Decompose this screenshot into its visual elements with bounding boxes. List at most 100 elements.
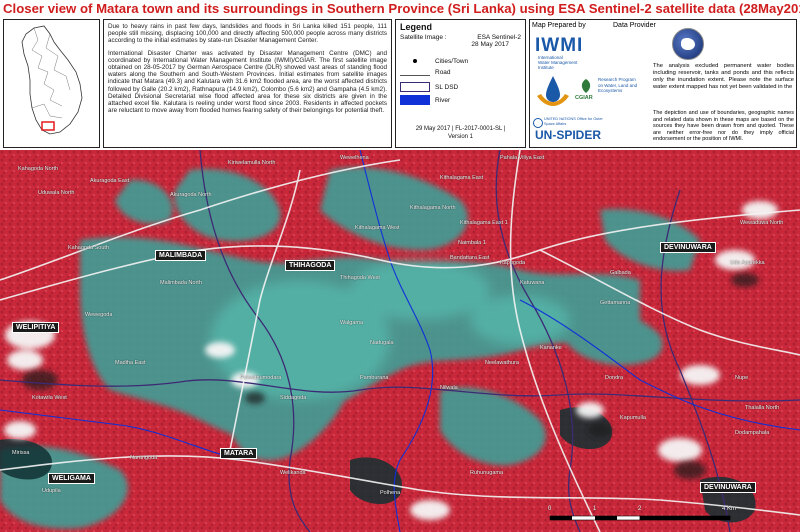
place-label: Kotawila West bbox=[32, 395, 67, 401]
place-label: Kapugoda bbox=[500, 260, 526, 266]
place-label: Kahagoda North bbox=[18, 166, 59, 172]
place-label: Udupila bbox=[42, 488, 61, 494]
city-label-matara[interactable]: MATARA bbox=[220, 448, 258, 459]
description-panel: Due to heavy rains in past few days, lan… bbox=[103, 19, 392, 148]
place-label: Malimbada North bbox=[160, 280, 202, 286]
un-emblem-icon bbox=[533, 118, 543, 128]
place-label: Uda Aparekka bbox=[730, 260, 765, 266]
water-hands-logo-icon bbox=[535, 74, 571, 108]
satellite-imagery bbox=[0, 150, 800, 532]
place-label: Mirissa bbox=[12, 450, 30, 456]
data-note-1: The analysis excluded permanent water bo… bbox=[653, 63, 794, 90]
legend-image-value: ESA Sentinel-2 bbox=[477, 34, 521, 41]
place-label: Kiriwelamulla North bbox=[228, 160, 276, 166]
scale-label-0: 0 bbox=[548, 506, 552, 512]
legend-version: Version 1 bbox=[447, 134, 474, 140]
locator-inset-map bbox=[3, 19, 100, 148]
legend-heading: Legend bbox=[400, 22, 433, 32]
legend-item-sl-dsd: SL DSD bbox=[400, 82, 458, 92]
place-label: Pamburana bbox=[360, 375, 389, 381]
place-label: Welikanda bbox=[280, 470, 306, 476]
legend-panel: Legend Satellite Image : ESA Sentinel-2 … bbox=[395, 19, 526, 148]
place-label: Thihagoda West bbox=[340, 275, 380, 281]
city-label-devinuwara-south[interactable]: DEVINUWARA bbox=[700, 482, 756, 493]
place-label: Dondra bbox=[605, 375, 624, 381]
city-label-malimbada[interactable]: MALIMBADA bbox=[155, 250, 207, 261]
place-label: Kahagoda South bbox=[68, 245, 109, 251]
scale-label-1: 1 bbox=[593, 506, 597, 512]
cgiar-label: CGIAR bbox=[575, 95, 593, 101]
place-label: Wewegoda bbox=[85, 312, 113, 318]
legend-label-cities: Cities/Town bbox=[435, 57, 469, 65]
place-label: Siddagoda bbox=[280, 395, 307, 401]
scale-label-2: 2 bbox=[638, 506, 642, 512]
place-label: Nilwala bbox=[440, 385, 458, 391]
place-label: Polwathumodara bbox=[240, 375, 282, 381]
data-provider-label: Data Provider bbox=[613, 22, 656, 29]
place-label: Bandattara East bbox=[450, 255, 490, 261]
city-label-weligama[interactable]: WELIGAMA bbox=[48, 473, 95, 484]
place-label: Kananke bbox=[540, 345, 562, 351]
place-label: Naimbala 1 bbox=[458, 240, 486, 246]
description-paragraph-2: International Disaster Charter was activ… bbox=[108, 49, 387, 115]
dsd-boundary-icon bbox=[400, 82, 430, 92]
place-label: Nadugala bbox=[370, 340, 394, 346]
city-label-thihagoda[interactable]: THIHAGODA bbox=[285, 260, 336, 271]
place-label: Nupe bbox=[735, 375, 749, 381]
road-line-icon bbox=[400, 70, 430, 76]
place-label: Ruhunugama bbox=[470, 470, 504, 476]
credits-panel: Map Prepared by IWMI International Water… bbox=[529, 19, 797, 148]
place-label: Gettamanna bbox=[600, 300, 631, 306]
legend-label-sl-dsd: SL DSD bbox=[435, 83, 459, 91]
place-label: Kithalagama East bbox=[440, 175, 484, 181]
legend-item-river: River bbox=[400, 95, 450, 105]
river-fill-icon bbox=[400, 95, 430, 105]
place-label: Katuwana bbox=[520, 280, 545, 286]
city-dot-icon bbox=[400, 56, 430, 66]
legend-item-road: Road bbox=[400, 69, 451, 76]
map-title: Closer view of Matara town and its surro… bbox=[0, 0, 800, 17]
research-program-label: Research Program on Water, Land and Ecos… bbox=[598, 77, 638, 93]
legend-date-code: 29 May 2017 | FL-2017-0001-SL | bbox=[415, 126, 506, 132]
place-label: Kithalagama West bbox=[355, 225, 400, 231]
place-label: Akuragoda North bbox=[170, 192, 212, 198]
header-panel: Due to heavy rains in past few days, lan… bbox=[0, 17, 800, 150]
scale-label-4km: 4 Km bbox=[722, 506, 737, 512]
place-label: Walgama bbox=[340, 320, 364, 326]
data-note-2: The depiction and use of boundaries, geo… bbox=[653, 110, 794, 142]
un-office-label: UNITED NATIONS Office for Outer Space Af… bbox=[544, 117, 603, 126]
place-label: Neelawathura bbox=[485, 360, 519, 366]
place-label: Akuragoda East bbox=[90, 178, 130, 184]
charter-logo-icon bbox=[672, 28, 704, 60]
legend-label-river: River bbox=[435, 96, 451, 104]
place-label: Kithalagama North bbox=[410, 205, 456, 211]
place-label: Dodampahala bbox=[735, 430, 770, 436]
place-label: Thalalla North bbox=[745, 405, 780, 411]
description-paragraph-1: Due to heavy rains in past few days, lan… bbox=[108, 23, 387, 45]
iwmi-sub-3: Institute bbox=[538, 65, 554, 70]
iwmi-logo-subtitle: International Water Management Institute bbox=[538, 55, 577, 70]
scale-bar bbox=[549, 515, 731, 521]
place-label: Narangoda bbox=[130, 455, 158, 461]
iwmi-logo: IWMI bbox=[535, 35, 584, 56]
place-label: Galbada bbox=[610, 270, 631, 276]
place-label: Pahala Viliya East bbox=[500, 155, 545, 161]
city-label-devinuwara-north[interactable]: DEVINUWARA bbox=[660, 242, 716, 253]
city-label-welipitiya[interactable]: WELIPITIYA bbox=[12, 322, 60, 333]
legend-image-label: Satellite Image : bbox=[400, 34, 447, 41]
place-label: Polhena bbox=[380, 490, 401, 496]
place-label: Uduwala North bbox=[38, 190, 75, 196]
satellite-map[interactable]: MALIMBADA THIHAGODA DEVINUWARA WELIPITIY… bbox=[0, 150, 800, 532]
legend-label-road: Road bbox=[435, 69, 451, 76]
prepared-by-label: Map Prepared by bbox=[532, 22, 586, 29]
legend-image-date: 28 May 2017 bbox=[471, 41, 509, 48]
place-label: Wewelhena bbox=[340, 155, 369, 161]
place-label: Kapumulla bbox=[620, 415, 646, 421]
place-label: Wewaduwa North bbox=[740, 220, 784, 226]
sri-lanka-outline bbox=[21, 25, 83, 135]
place-label: Kithalagama East 1 bbox=[460, 220, 508, 226]
place-label: Madiha East bbox=[115, 360, 146, 366]
legend-item-cities: Cities/Town bbox=[400, 56, 468, 66]
unspider-logo: UN-SPIDER bbox=[535, 128, 602, 142]
cgiar-leaf-icon bbox=[578, 78, 594, 94]
